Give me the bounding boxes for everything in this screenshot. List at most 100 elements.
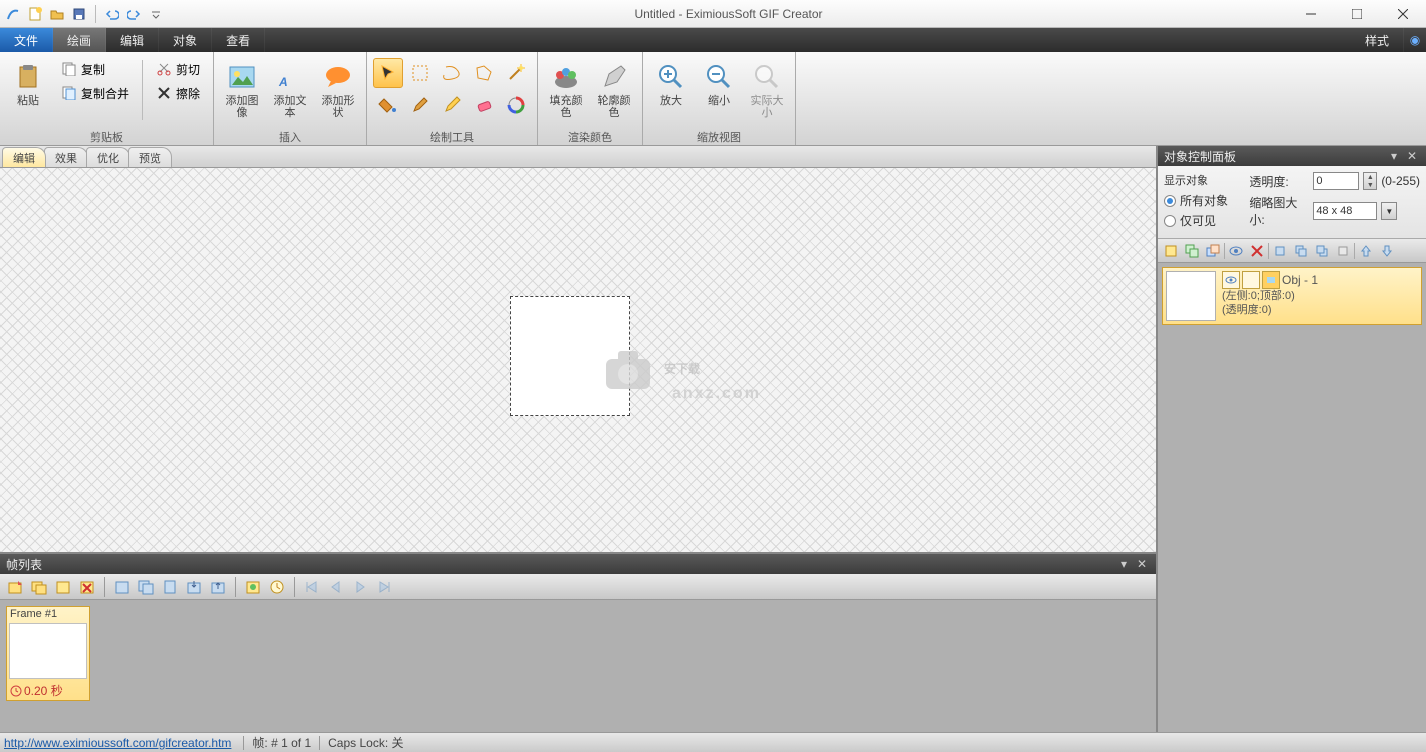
frame-next-icon[interactable] bbox=[349, 576, 371, 598]
minimize-button[interactable] bbox=[1288, 0, 1334, 28]
status-caps: Caps Lock: 关 bbox=[328, 734, 403, 751]
radio-visible-only[interactable]: 仅可见 bbox=[1164, 212, 1241, 229]
obj-backward-icon[interactable] bbox=[1312, 241, 1332, 261]
left-column: 编辑 效果 优化 预览 安下载 anxz.com 帧列表 ▾ ✕ bbox=[0, 146, 1158, 732]
zoom-in-button[interactable]: 放大 bbox=[649, 58, 693, 110]
status-link[interactable]: http://www.eximioussoft.com/gifcreator.h… bbox=[0, 736, 235, 750]
close-button[interactable] bbox=[1380, 0, 1426, 28]
open-icon[interactable] bbox=[48, 5, 66, 23]
copymerge-button[interactable]: 复制合并 bbox=[54, 82, 136, 104]
obj-lock-icon[interactable] bbox=[1242, 271, 1260, 289]
quick-access-toolbar bbox=[0, 5, 169, 23]
maximize-button[interactable] bbox=[1334, 0, 1380, 28]
window-title: Untitled - EximiousSoft GIF Creator bbox=[169, 7, 1288, 21]
obj-up-icon[interactable] bbox=[1356, 241, 1376, 261]
menu-file[interactable]: 文件 bbox=[0, 28, 53, 52]
tool-poly-select[interactable] bbox=[469, 58, 499, 88]
obj-down-icon[interactable] bbox=[1377, 241, 1397, 261]
canvas-area[interactable]: 安下载 anxz.com bbox=[0, 168, 1156, 552]
obj-eye-icon[interactable] bbox=[1222, 271, 1240, 289]
tab-preview[interactable]: 预览 bbox=[128, 147, 172, 167]
add-text-button[interactable]: A添加文本 bbox=[268, 58, 312, 122]
frame-cut-icon[interactable] bbox=[111, 576, 133, 598]
menu-draw[interactable]: 绘画 bbox=[53, 28, 106, 52]
frame-fx-icon[interactable] bbox=[242, 576, 264, 598]
frame-dup-icon[interactable] bbox=[28, 576, 50, 598]
opacity-input[interactable]: 0 bbox=[1313, 172, 1359, 190]
redo-icon[interactable] bbox=[125, 5, 143, 23]
panel-menu-icon[interactable]: ▾ bbox=[1116, 557, 1132, 571]
workspace-tabs: 编辑 效果 优化 预览 bbox=[0, 146, 1156, 168]
add-image-button[interactable]: 添加图像 bbox=[220, 58, 264, 122]
obj-dup-icon[interactable] bbox=[1182, 241, 1202, 261]
thumbsize-dropdown[interactable]: ▼ bbox=[1381, 202, 1397, 220]
frame-del-icon[interactable] bbox=[76, 576, 98, 598]
app-icon[interactable] bbox=[4, 5, 22, 23]
tool-pencil[interactable] bbox=[437, 90, 467, 120]
delete-button[interactable]: 擦除 bbox=[149, 82, 207, 104]
outline-color-button[interactable]: 轮廓颜色 bbox=[592, 58, 636, 122]
panel-close-icon[interactable]: ✕ bbox=[1404, 149, 1420, 163]
menu-object[interactable]: 对象 bbox=[159, 28, 212, 52]
right-panel-header: 对象控制面板 ▾ ✕ bbox=[1158, 146, 1426, 166]
obj-visible-icon[interactable] bbox=[1226, 241, 1246, 261]
ribbon-group-clipboard: 粘贴 复制 复制合并 剪切 擦除 剪贴板 bbox=[0, 52, 214, 145]
zoom-out-button[interactable]: 缩小 bbox=[697, 58, 741, 110]
new-icon[interactable] bbox=[26, 5, 44, 23]
obj-combine-icon[interactable] bbox=[1203, 241, 1223, 261]
obj-new-icon[interactable] bbox=[1161, 241, 1181, 261]
frame-add-icon[interactable] bbox=[4, 576, 26, 598]
tool-lasso[interactable] bbox=[437, 58, 467, 88]
obj-forward-icon[interactable] bbox=[1291, 241, 1311, 261]
menu-view[interactable]: 查看 bbox=[212, 28, 265, 52]
qat-dropdown-icon[interactable] bbox=[147, 5, 165, 23]
frame-prev-icon[interactable] bbox=[325, 576, 347, 598]
opacity-spinner[interactable]: ▲▼ bbox=[1363, 172, 1377, 190]
thumbsize-combo[interactable]: 48 x 48 bbox=[1313, 202, 1377, 220]
obj-front-icon[interactable] bbox=[1270, 241, 1290, 261]
tool-pointer[interactable] bbox=[373, 58, 403, 88]
frame-export-icon[interactable] bbox=[207, 576, 229, 598]
statusbar: http://www.eximioussoft.com/gifcreator.h… bbox=[0, 732, 1426, 752]
object-item[interactable]: Obj - 1 (左侧:0;顶部:0) (透明度:0) bbox=[1162, 267, 1422, 325]
panel-close-icon[interactable]: ✕ bbox=[1134, 557, 1150, 571]
tool-brush[interactable] bbox=[405, 90, 435, 120]
cut-button[interactable]: 剪切 bbox=[149, 58, 207, 80]
right-panel: 对象控制面板 ▾ ✕ 显示对象 所有对象 仅可见 透明度: 0 ▲▼ (0-25… bbox=[1158, 146, 1426, 732]
tool-bucket[interactable] bbox=[373, 90, 403, 120]
frames-area: Frame #1 0.20 秒 bbox=[0, 600, 1156, 732]
zoom-actual-button[interactable]: 实际大小 bbox=[745, 58, 789, 122]
copy-button[interactable]: 复制 bbox=[54, 58, 136, 80]
menu-style[interactable]: 样式 bbox=[1351, 28, 1404, 52]
paste-button[interactable]: 粘贴 bbox=[6, 58, 50, 110]
obj-type-icon[interactable] bbox=[1262, 271, 1280, 289]
frame-new-icon[interactable] bbox=[52, 576, 74, 598]
frame-paste-icon[interactable] bbox=[159, 576, 181, 598]
save-icon[interactable] bbox=[70, 5, 88, 23]
frame-panel: 帧列表 ▾ ✕ bbox=[0, 552, 1156, 732]
obj-back-icon[interactable] bbox=[1333, 241, 1353, 261]
frame-first-icon[interactable] bbox=[301, 576, 323, 598]
tool-colorpicker[interactable] bbox=[501, 90, 531, 120]
tool-rect-select[interactable] bbox=[405, 58, 435, 88]
frame-last-icon[interactable] bbox=[373, 576, 395, 598]
frame-import-icon[interactable] bbox=[183, 576, 205, 598]
tool-eraser[interactable] bbox=[469, 90, 499, 120]
help-icon[interactable]: ◉ bbox=[1404, 28, 1426, 52]
tool-wand[interactable] bbox=[501, 58, 531, 88]
radio-all-objects[interactable]: 所有对象 bbox=[1164, 192, 1241, 209]
add-shape-button[interactable]: 添加形状 bbox=[316, 58, 360, 122]
object-toolbar bbox=[1158, 239, 1426, 263]
frame-item[interactable]: Frame #1 0.20 秒 bbox=[6, 606, 90, 701]
tab-optimize[interactable]: 优化 bbox=[86, 147, 130, 167]
frame-time-icon[interactable] bbox=[266, 576, 288, 598]
obj-del-icon[interactable] bbox=[1247, 241, 1267, 261]
tab-effect[interactable]: 效果 bbox=[44, 147, 88, 167]
fill-color-button[interactable]: 填充颜色 bbox=[544, 58, 588, 122]
tab-edit[interactable]: 编辑 bbox=[2, 147, 46, 167]
frame-toolbar bbox=[0, 574, 1156, 600]
panel-menu-icon[interactable]: ▾ bbox=[1386, 149, 1402, 163]
undo-icon[interactable] bbox=[103, 5, 121, 23]
frame-copy-icon[interactable] bbox=[135, 576, 157, 598]
menu-edit[interactable]: 编辑 bbox=[106, 28, 159, 52]
